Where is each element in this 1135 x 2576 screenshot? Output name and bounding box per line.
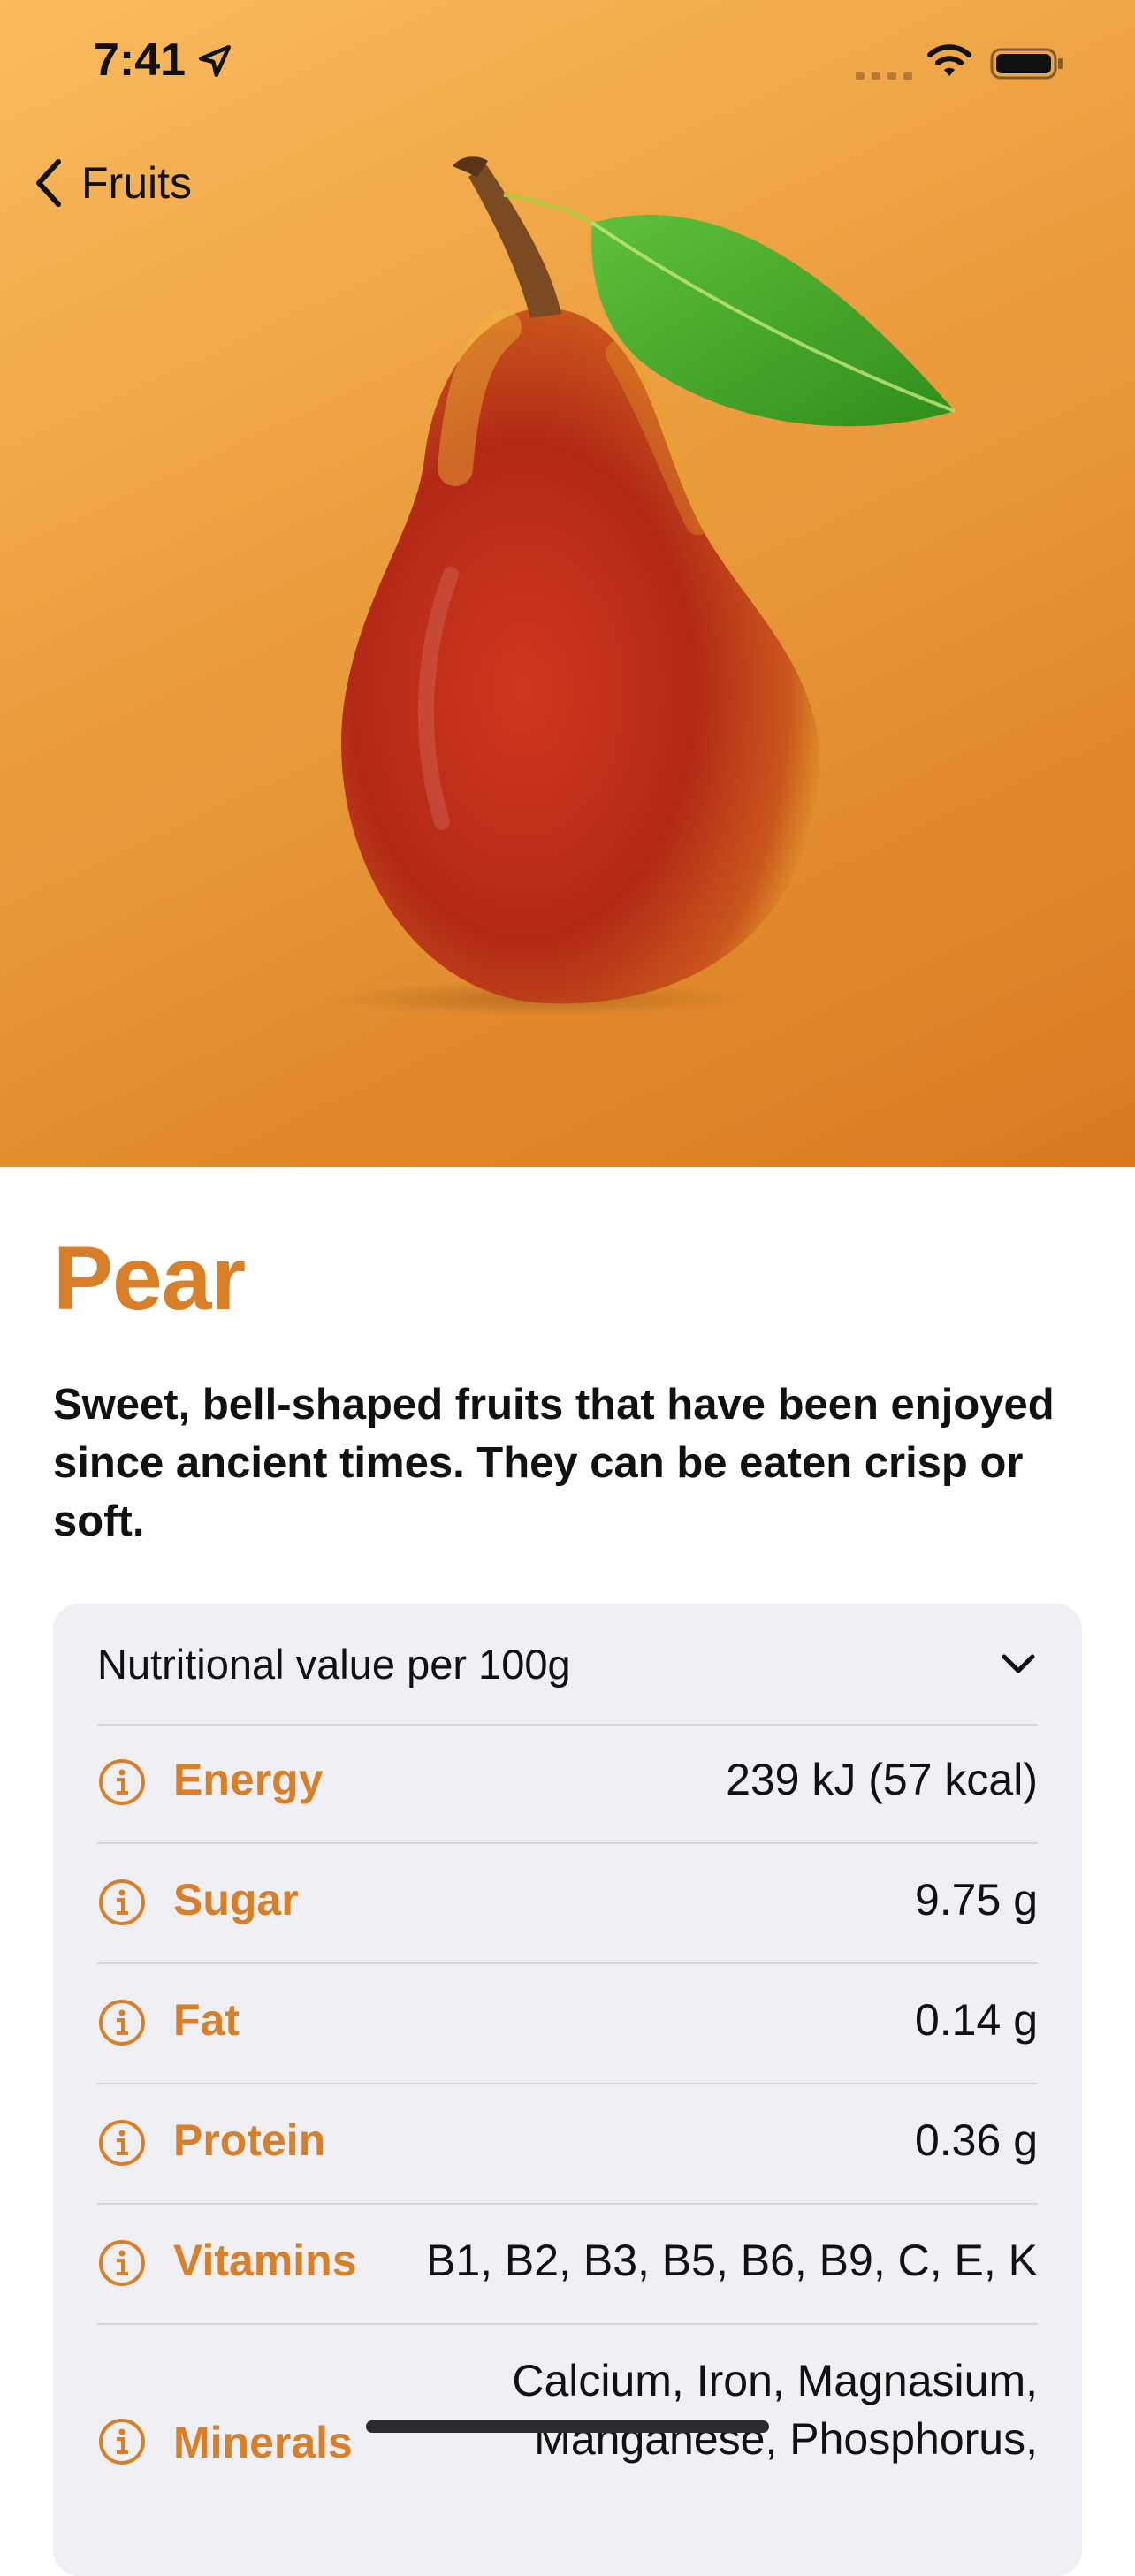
info-icon[interactable]	[97, 2417, 147, 2466]
back-button[interactable]: Fruits	[32, 150, 192, 216]
chevron-down-icon	[1002, 1654, 1035, 1673]
row-value: 239 kJ (57 kcal)	[726, 1755, 1038, 1804]
signal-icon	[856, 72, 912, 80]
info-icon[interactable]	[97, 1998, 147, 2047]
status-time: 7:41	[94, 34, 187, 86]
nutrition-row-minerals: Minerals Calcium, Iron, Magnasium, Manga…	[97, 2325, 1038, 2502]
row-value-line1: Calcium, Iron, Magnasium,	[512, 2356, 1038, 2405]
back-label: Fruits	[81, 158, 192, 208]
nutrition-row-vitamins: Vitamins B1, B2, B3, B5, B6, B9, C, E, K	[97, 2205, 1038, 2325]
nutrition-disclosure-header[interactable]: Nutritional value per 100g	[97, 1604, 1038, 1726]
status-bar: 7:41	[0, 0, 1135, 124]
chevron-left-icon	[36, 159, 61, 207]
row-label: Vitamins	[173, 2236, 357, 2285]
info-icon[interactable]	[97, 1757, 147, 1807]
fruit-description: Sweet, bell-shaped fruits that have been…	[53, 1381, 1055, 1545]
row-label: Energy	[173, 1755, 324, 1804]
nutrition-header-label: Nutritional value per 100g	[97, 1640, 571, 1688]
nutrition-row-energy: Energy 239 kJ (57 kcal)	[97, 1724, 1038, 1844]
detail-content: Pear Sweet, bell-shaped fruits that have…	[0, 1167, 1135, 2576]
pear-image	[327, 156, 956, 1017]
row-value: 9.75 g	[914, 1875, 1038, 1924]
location-arrow-icon	[198, 44, 232, 78]
row-value: 0.36 g	[914, 2115, 1038, 2165]
nutrition-row-protein: Protein 0.36 g	[97, 2084, 1038, 2205]
battery-icon	[990, 48, 1063, 80]
row-label: Minerals	[173, 2418, 353, 2467]
info-icon[interactable]	[97, 1878, 147, 1927]
wifi-icon	[927, 44, 971, 76]
info-icon[interactable]	[97, 2238, 147, 2288]
row-value: 0.14 g	[914, 1995, 1038, 2045]
row-label: Protein	[173, 2115, 326, 2165]
nutrition-row-fat: Fat 0.14 g	[97, 1964, 1038, 2084]
row-value: B1, B2, B3, B5, B6, B9, C, E, K	[425, 2236, 1038, 2285]
info-icon[interactable]	[97, 2118, 147, 2168]
row-label: Sugar	[173, 1875, 299, 1924]
row-label: Fat	[173, 1995, 240, 2045]
nutrition-row-sugar: Sugar 9.75 g	[97, 1844, 1038, 1964]
hero-header: 7:41 Fruits	[0, 0, 1135, 1167]
home-indicator[interactable]	[366, 2420, 769, 2433]
fruit-title: Pear	[53, 1228, 246, 1329]
